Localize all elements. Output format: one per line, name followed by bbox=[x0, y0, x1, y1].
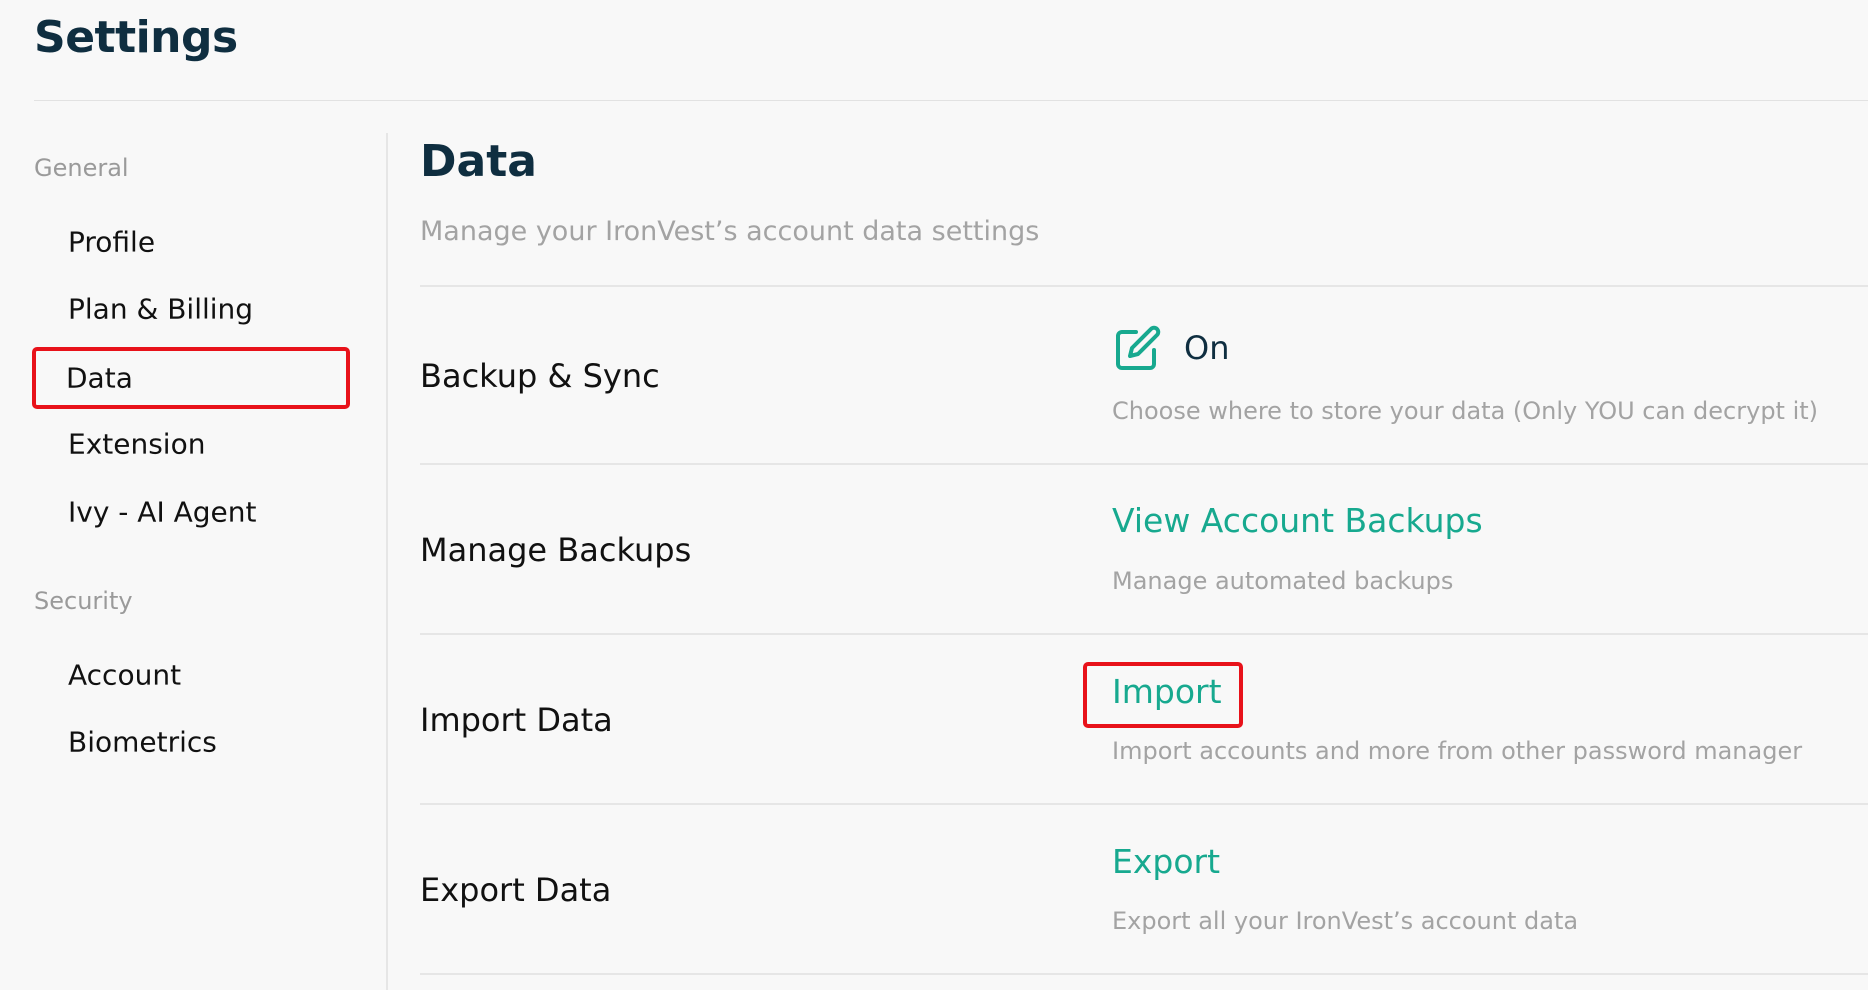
sidebar-item-label: Extension bbox=[68, 427, 206, 461]
view-account-backups-link[interactable]: View Account Backups bbox=[1112, 500, 1483, 542]
export-data-description: Export all your IronVest’s account data bbox=[1112, 907, 1579, 935]
import-link[interactable]: Import bbox=[1112, 671, 1222, 713]
row-divider bbox=[420, 463, 1868, 465]
manage-backups-label: Manage Backups bbox=[420, 531, 692, 569]
section-title: Data bbox=[420, 136, 537, 187]
row-divider bbox=[420, 633, 1868, 635]
sidebar-item-label: Biometrics bbox=[68, 725, 217, 759]
sidebar-item-label: Account bbox=[68, 658, 182, 692]
sidebar-section-general: General bbox=[34, 154, 129, 182]
edit-icon[interactable] bbox=[1114, 324, 1162, 372]
import-data-description: Import accounts and more from other pass… bbox=[1112, 737, 1803, 765]
settings-page: Settings General Profile Plan & Billing … bbox=[0, 0, 1868, 990]
page-title: Settings bbox=[34, 12, 238, 63]
sidebar-item-extension[interactable]: Extension bbox=[34, 415, 350, 473]
sidebar-item-label: Profile bbox=[68, 225, 156, 259]
row-divider bbox=[420, 803, 1868, 805]
row-divider bbox=[420, 285, 1868, 287]
export-link[interactable]: Export bbox=[1112, 841, 1220, 883]
sidebar-item-profile[interactable]: Profile bbox=[34, 213, 350, 271]
sidebar-item-biometrics[interactable]: Biometrics bbox=[34, 713, 350, 771]
row-divider bbox=[420, 973, 1868, 975]
import-data-label: Import Data bbox=[420, 701, 613, 739]
section-subtitle: Manage your IronVest’s account data sett… bbox=[420, 216, 1040, 247]
export-data-label: Export Data bbox=[420, 871, 612, 909]
sidebar-item-plan-billing[interactable]: Plan & Billing bbox=[34, 280, 350, 338]
sidebar-item-account[interactable]: Account bbox=[34, 646, 350, 704]
manage-backups-description: Manage automated backups bbox=[1112, 567, 1454, 595]
sidebar-item-label: Plan & Billing bbox=[68, 292, 254, 326]
sidebar-item-data[interactable]: Data bbox=[32, 347, 350, 409]
sidebar-section-security: Security bbox=[34, 587, 133, 615]
sidebar-item-label: Data bbox=[66, 361, 133, 395]
sidebar-item-ivy-ai-agent[interactable]: Ivy - AI Agent bbox=[34, 483, 350, 541]
sidebar-divider bbox=[386, 133, 388, 990]
backup-sync-status: On bbox=[1184, 329, 1230, 367]
sidebar-item-label: Ivy - AI Agent bbox=[68, 495, 257, 529]
backup-sync-label: Backup & Sync bbox=[420, 357, 660, 395]
backup-sync-description: Choose where to store your data (Only YO… bbox=[1112, 397, 1819, 425]
